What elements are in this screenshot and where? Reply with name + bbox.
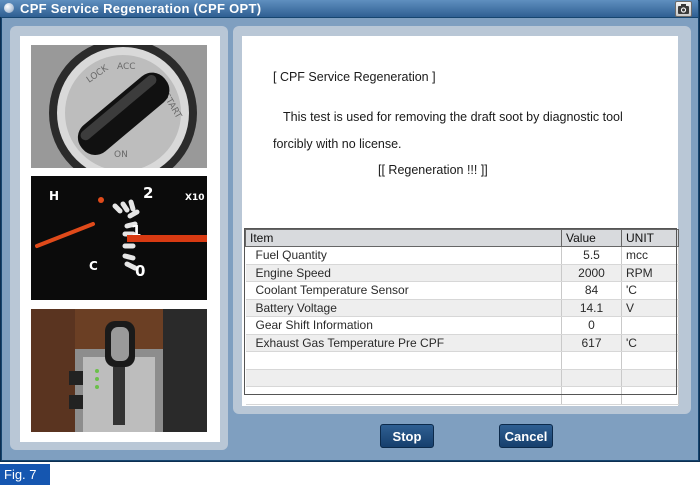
row-unit: RPM [621,264,679,282]
column-header-value: Value [561,229,622,247]
regeneration-status: [[ Regeneration !!! ]] [378,163,488,177]
table-row [245,369,679,387]
ignition-label-on: ON [114,150,128,160]
table-header-row: Item Value UNIT [245,229,679,247]
sensor-data-table: Item Value UNIT Fuel Quantity 5.5 mcc Engi… [245,229,679,405]
table-row: Coolant Temperature Sensor 84 'C [245,281,679,300]
row-value [561,351,622,370]
window-title: CPF Service Regeneration (CPF OPT) [20,1,262,16]
row-unit: mcc [621,246,679,265]
test-description-line1: This test is used for removing the draft… [283,110,623,124]
gauge-label-c: C [89,259,98,273]
gauge-label-h: H [49,189,59,203]
row-value: 14.1 [561,299,622,317]
cancel-button[interactable]: Cancel [499,424,553,448]
camera-icon[interactable] [675,1,692,17]
row-unit: 'C [621,334,679,352]
row-value: 5.5 [561,246,622,265]
row-item: Battery Voltage [245,299,562,317]
gauge-label-0: 0 [135,262,145,280]
ignition-switch-photo: LOCK ACC START ON [31,45,207,168]
column-header-unit: UNIT [621,229,679,247]
column-header-item: Item [245,229,562,247]
row-item [245,386,562,405]
table-row: Gear Shift Information 0 [245,316,679,335]
gauge-photo: H C 2 1 0 X10 [31,176,207,300]
row-unit [621,386,679,405]
row-item [245,351,562,370]
row-unit: 'C [621,281,679,300]
row-value: 0 [561,316,622,335]
gauge-label-x10: X10 [185,193,204,203]
row-item: Gear Shift Information [245,316,562,335]
row-value: 617 [561,334,622,352]
table-row: Fuel Quantity 5.5 mcc [245,246,679,265]
table-row: Exhaust Gas Temperature Pre CPF 617 'C [245,334,679,352]
row-unit [621,369,679,387]
row-value: 84 [561,281,622,300]
row-unit: V [621,299,679,317]
ignition-label-acc: ACC [117,62,136,72]
row-item: Exhaust Gas Temperature Pre CPF [245,334,562,352]
test-heading: [ CPF Service Regeneration ] [273,70,436,84]
row-unit [621,351,679,370]
row-item: Coolant Temperature Sensor [245,281,562,300]
table-row: Engine Speed 2000 RPM [245,264,679,282]
table-row [245,386,679,405]
row-value [561,386,622,405]
table-row: Battery Voltage 14.1 V [245,299,679,317]
row-value: 2000 [561,264,622,282]
stop-button[interactable]: Stop [380,424,434,448]
table-row [245,351,679,370]
row-unit [621,316,679,335]
test-description-line2: forcibly with no license. [273,137,402,151]
title-bar: CPF Service Regeneration (CPF OPT) [0,0,698,17]
row-item [245,369,562,387]
row-item: Engine Speed [245,264,562,282]
gear-shift-photo [31,309,207,432]
row-value [561,369,622,387]
gauge-label-2: 2 [143,184,153,202]
window-dot-icon [4,3,14,13]
figure-label: Fig. 7 [0,464,50,485]
row-item: Fuel Quantity [245,246,562,265]
